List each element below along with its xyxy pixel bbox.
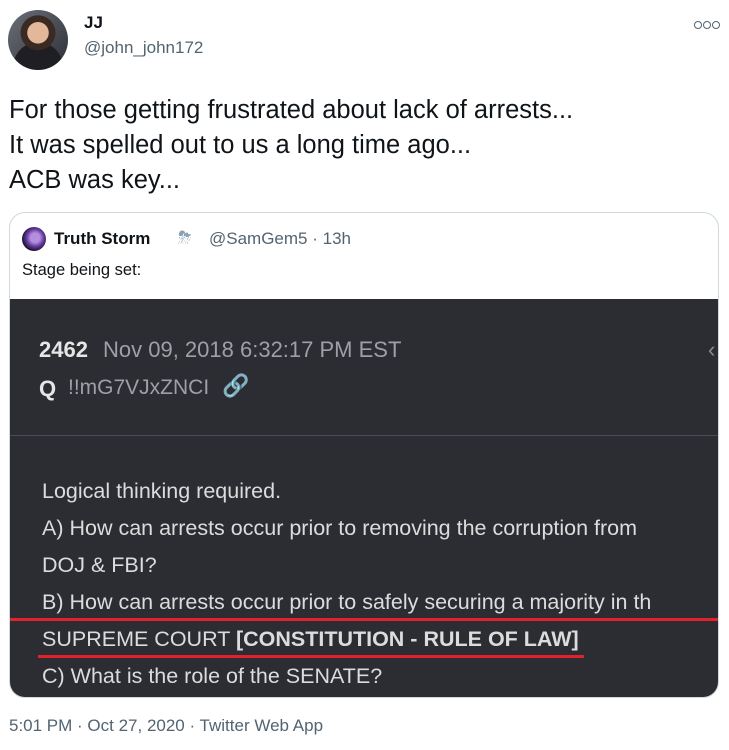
more-options-icon[interactable] xyxy=(693,16,720,33)
quoted-tweet-header: Truth Storm ⛈ @SamGem5 · 13h xyxy=(22,227,702,251)
tweet-header: JJ @john_john172 xyxy=(8,10,720,70)
quoted-tweet[interactable]: Truth Storm ⛈ @SamGem5 · 13h Stage being… xyxy=(9,212,719,698)
post-line: Logical thinking required. xyxy=(42,479,282,503)
post-line-text: B) How can arrests occur prior to safely… xyxy=(42,590,652,614)
quoted-tweet-text: Stage being set: xyxy=(22,261,142,279)
post-line: C) What is the role of the SENATE? xyxy=(42,664,383,688)
tweet-text-line: For those getting frustrated about lack … xyxy=(9,96,574,124)
author-handle[interactable]: @john_john172 xyxy=(84,38,203,58)
post-body: Logical thinking required. A) How can ar… xyxy=(10,473,718,695)
tweet-text-line: ACB was key... xyxy=(9,166,180,194)
divider xyxy=(10,435,718,436)
post-header: 2462 Nov 09, 2018 6:32:17 PM EST Q !!mG7… xyxy=(10,299,718,435)
post-line-bold: [CONSTITUTION - RULE OF LAW] xyxy=(235,627,579,651)
author-name[interactable]: JJ xyxy=(84,13,103,33)
link-icon: 🔗 xyxy=(222,373,250,398)
post-line: A) How can arrests occur prior to removi… xyxy=(42,516,638,540)
tweet-text-line: It was spelled out to us a long time ago… xyxy=(9,131,472,159)
post-line: DOJ & FBI? xyxy=(42,553,157,577)
tweet-timestamp[interactable]: 5:01 PM · Oct 27, 2020 · Twitter Web App xyxy=(9,716,323,736)
author-avatar[interactable] xyxy=(8,10,68,70)
quoted-image[interactable]: 2462 Nov 09, 2018 6:32:17 PM EST Q !!mG7… xyxy=(10,299,718,697)
post-tripcode: !!mG7VJxZNCI xyxy=(68,376,210,399)
post-q-label: Q xyxy=(39,376,57,401)
storm-emoji-icon: ⛈ xyxy=(178,228,192,247)
post-line: B) How can arrests occur prior to safely… xyxy=(10,584,718,621)
post-line: SUPREME COURT [CONSTITUTION - RULE OF LA… xyxy=(38,621,651,658)
quoted-author-avatar xyxy=(22,227,46,251)
quoted-handle-time: @SamGem5 · 13h xyxy=(209,229,351,248)
post-line-text: SUPREME COURT xyxy=(42,627,236,651)
share-icon: ‹ xyxy=(708,337,716,359)
post-date: Nov 09, 2018 6:32:17 PM EST xyxy=(103,337,402,362)
quoted-author-name: Truth Storm xyxy=(54,229,151,248)
post-number: 2462 xyxy=(39,337,88,362)
tweet-text: For those getting frustrated about lack … xyxy=(9,93,709,198)
